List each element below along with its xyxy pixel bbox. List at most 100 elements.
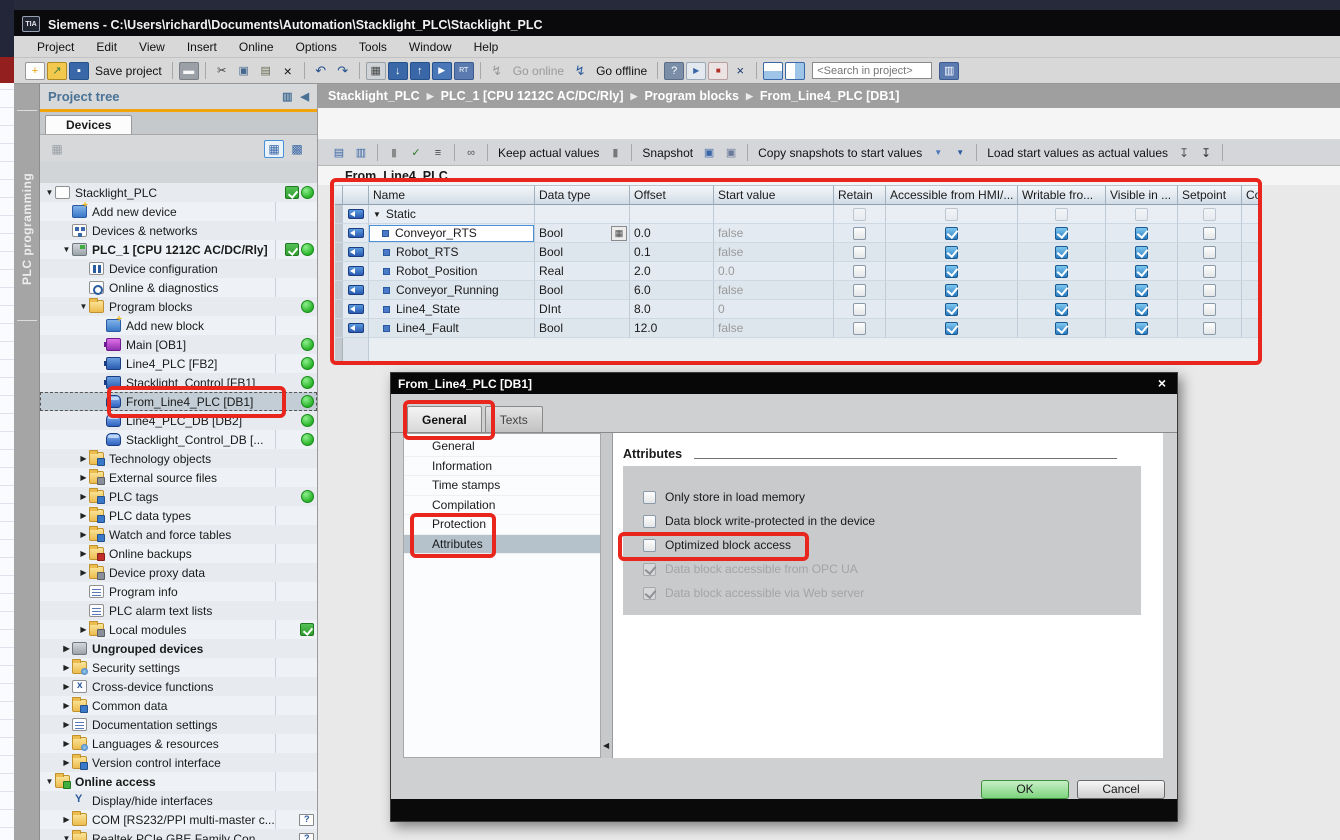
tree-item-plc-tags[interactable]: ▶PLC tags: [40, 487, 317, 506]
expand-members-icon[interactable]: ≡: [428, 144, 448, 162]
group-expand-icon[interactable]: ▼: [373, 210, 381, 219]
split-vertical-icon[interactable]: [785, 62, 805, 80]
cut-icon[interactable]: ✂: [212, 62, 232, 80]
hmi-checkbox[interactable]: [945, 303, 958, 316]
plc-programming-vertical-tab[interactable]: PLC programming: [14, 114, 40, 344]
dialog-nav-general[interactable]: General: [404, 437, 600, 457]
tree-item-devices-networks[interactable]: Devices & networks: [40, 221, 317, 240]
expand-closed-icon[interactable]: ▶: [78, 549, 89, 558]
window-offline-icon[interactable]: ■: [708, 62, 728, 80]
hmi-checkbox[interactable]: [945, 265, 958, 278]
attribute-checkbox-optimized-block-access[interactable]: [643, 539, 656, 552]
table-row-conveyor-rts[interactable]: Conveyor_RTSBool▦0.0false: [335, 224, 1262, 243]
tree-item-local-modules[interactable]: ▶Local modules: [40, 620, 317, 639]
hmi-checkbox[interactable]: [945, 284, 958, 297]
tree-item-from-line4-plc-db1[interactable]: From_Line4_PLC [DB1]: [40, 392, 317, 411]
retain-checkbox[interactable]: [853, 246, 866, 259]
cell-start-value[interactable]: 0.0: [714, 262, 834, 281]
writable-checkbox[interactable]: [1055, 227, 1068, 240]
setpoint-checkbox[interactable]: [1203, 246, 1216, 259]
dialog-nav-scrollbar[interactable]: ◀: [601, 433, 613, 758]
row-grip[interactable]: [335, 281, 343, 300]
breadcrumb-item-program-blocks[interactable]: Program blocks: [644, 89, 738, 103]
setpoint-checkbox[interactable]: [1203, 208, 1216, 221]
sort-tree-icon[interactable]: ▦: [47, 140, 67, 158]
expand-closed-icon[interactable]: ▶: [78, 492, 89, 501]
dialog-nav-attributes[interactable]: Attributes: [404, 535, 600, 555]
download-to-device-icon[interactable]: ↓: [388, 62, 408, 80]
ok-button[interactable]: OK: [981, 780, 1069, 799]
tree-item-plc-data-types[interactable]: ▶PLC data types: [40, 506, 317, 525]
cell-start-value[interactable]: false: [714, 224, 834, 243]
window-online-icon[interactable]: ▶: [686, 62, 706, 80]
expand-closed-icon[interactable]: ▶: [61, 701, 72, 710]
hmi-checkbox[interactable]: [945, 322, 958, 335]
tree-item-stacklight-control-fb1[interactable]: Stacklight_Control [FB1]: [40, 373, 317, 392]
cell-name[interactable]: Robot_RTS: [369, 243, 535, 262]
tree-item-add-new-device[interactable]: Add new device: [40, 202, 317, 221]
column-header-retain[interactable]: Retain: [834, 185, 886, 205]
cell-comment[interactable]: [1242, 262, 1262, 281]
paste-icon[interactable]: ▤: [256, 62, 276, 80]
table-row-conveyor-running[interactable]: Conveyor_RunningBool6.0false: [335, 281, 1262, 300]
toolbar-label-load-start-values-as-actual-values[interactable]: Load start values as actual values: [987, 146, 1168, 160]
accessible-devices-icon[interactable]: ?: [664, 62, 684, 80]
tree-item-program-info[interactable]: Program info: [40, 582, 317, 601]
cell-data-type[interactable]: [535, 205, 630, 224]
setpoint-checkbox[interactable]: [1203, 284, 1216, 297]
expand-closed-icon[interactable]: ▶: [61, 720, 72, 729]
tree-item-technology-objects[interactable]: ▶Technology objects: [40, 449, 317, 468]
go-offline-plug-icon[interactable]: ↯: [570, 62, 590, 80]
cell-name[interactable]: Robot_Position: [369, 262, 535, 281]
visible-checkbox[interactable]: [1135, 303, 1148, 316]
setpoint-checkbox[interactable]: [1203, 227, 1216, 240]
menu-item-project[interactable]: Project: [26, 40, 85, 54]
column-header-comment[interactable]: Comment: [1242, 185, 1262, 205]
splitter-collapse-icon[interactable]: ◀: [603, 741, 609, 750]
cell-data-type[interactable]: Bool: [535, 243, 630, 262]
tree-item-add-new-block[interactable]: Add new block: [40, 316, 317, 335]
snapshot-apply-icon[interactable]: ▣: [721, 144, 741, 162]
hmi-checkbox[interactable]: [945, 208, 958, 221]
row-grip[interactable]: [335, 319, 343, 338]
breadcrumb-item-stacklight-plc[interactable]: Stacklight_PLC: [328, 89, 420, 103]
cell-start-value[interactable]: [714, 205, 834, 224]
tree-item-documentation-settings[interactable]: ▶Documentation settings: [40, 715, 317, 734]
cell-start-value[interactable]: 0: [714, 300, 834, 319]
row-grip[interactable]: [335, 300, 343, 319]
tree-item-program-blocks[interactable]: ▼Program blocks: [40, 297, 317, 316]
cell-name[interactable]: Conveyor_RTS: [369, 224, 535, 243]
library-view-icon[interactable]: ▥: [939, 62, 959, 80]
collapse-panel-icon[interactable]: ◀: [301, 90, 309, 103]
copy-icon[interactable]: ▣: [234, 62, 254, 80]
writable-checkbox[interactable]: [1055, 208, 1068, 221]
tree-item-main-ob1[interactable]: Main [OB1]: [40, 335, 317, 354]
tree-item-line4-plc-db-db2[interactable]: Line4_PLC_DB [DB2]: [40, 411, 317, 430]
load-all-as-actual-icon[interactable]: ↧: [1196, 144, 1216, 162]
expand-closed-icon[interactable]: ▶: [61, 815, 72, 824]
expand-closed-icon[interactable]: ▶: [78, 568, 89, 577]
retain-checkbox[interactable]: [853, 265, 866, 278]
retain-checkbox[interactable]: [853, 227, 866, 240]
tree-item-online-backups[interactable]: ▶Online backups: [40, 544, 317, 563]
expand-closed-icon[interactable]: ▶: [61, 739, 72, 748]
tree-item-device-configuration[interactable]: Device configuration: [40, 259, 317, 278]
column-header-visible-in[interactable]: Visible in ...: [1106, 185, 1178, 205]
tree-item-realtek-pcie-gbe-family-con[interactable]: ▼Realtek PCIe GBE Family Con...: [40, 829, 317, 840]
tree-item-external-source-files[interactable]: ▶External source files: [40, 468, 317, 487]
toolbar-label-save-project[interactable]: Save project: [95, 64, 162, 78]
tree-item-display-hide-interfaces[interactable]: Display/hide interfaces: [40, 791, 317, 810]
menu-item-view[interactable]: View: [128, 40, 176, 54]
table-row-line4-state[interactable]: Line4_StateDInt8.00: [335, 300, 1262, 319]
menu-item-help[interactable]: Help: [463, 40, 510, 54]
menu-item-online[interactable]: Online: [228, 40, 285, 54]
tree-item-plc-alarm-text-lists[interactable]: PLC alarm text lists: [40, 601, 317, 620]
menu-item-options[interactable]: Options: [285, 40, 348, 54]
attribute-checkbox-only-store-in-load-memory[interactable]: [643, 491, 656, 504]
details-view-icon[interactable]: ▦: [264, 140, 284, 158]
cell-start-value[interactable]: false: [714, 281, 834, 300]
column-header-start-value[interactable]: Start value: [714, 185, 834, 205]
tree-item-watch-and-force-tables[interactable]: ▶Watch and force tables: [40, 525, 317, 544]
new-project-icon[interactable]: +: [25, 62, 45, 80]
attribute-checkbox-data-block-write-protected-in-the-device[interactable]: [643, 515, 656, 528]
